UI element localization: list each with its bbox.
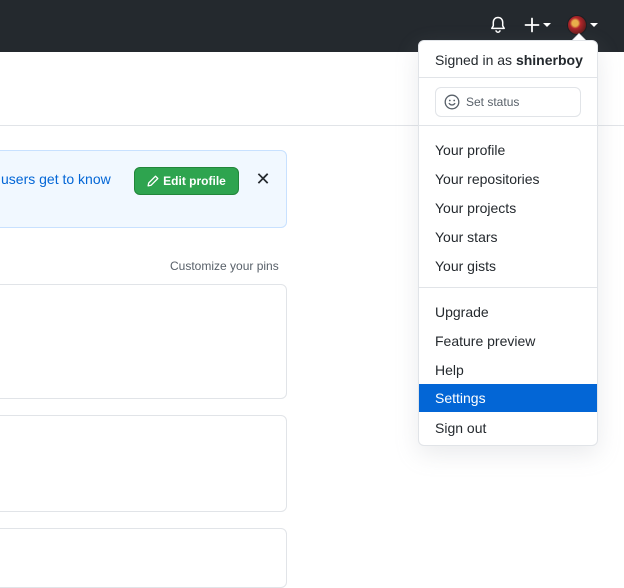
close-icon[interactable]: ✕	[255, 169, 271, 189]
smiley-icon	[444, 94, 460, 110]
customize-pins-link[interactable]: Customize your pins	[170, 259, 279, 273]
bell-icon[interactable]	[488, 14, 508, 36]
menu-item-your-gists[interactable]: Your gists	[419, 252, 597, 280]
dropdown-caret-fill	[573, 34, 585, 40]
pinned-repo-card[interactable]	[0, 415, 287, 512]
edit-profile-label: Edit profile	[163, 174, 226, 188]
menu-item-upgrade[interactable]: Upgrade	[419, 298, 597, 326]
menu-item-your-profile[interactable]: Your profile	[419, 136, 597, 164]
menu-item-your-repositories[interactable]: Your repositories	[419, 165, 597, 193]
menu-item-your-stars[interactable]: Your stars	[419, 223, 597, 251]
menu-item-help[interactable]: Help	[419, 356, 597, 384]
pinned-repo-card[interactable]	[0, 528, 287, 588]
avatar	[566, 15, 587, 35]
menu-item-feature-preview[interactable]: Feature preview	[419, 327, 597, 355]
pinned-repo-card[interactable]	[0, 284, 287, 399]
set-status-button[interactable]: Set status	[435, 87, 581, 117]
username: shinerboy	[515, 52, 583, 68]
menu-item-sign-out[interactable]: Sign out	[419, 414, 597, 442]
divider	[419, 287, 597, 288]
menu-item-settings[interactable]: Settings	[419, 384, 597, 412]
chevron-down-icon	[589, 23, 598, 27]
pencil-icon	[147, 175, 159, 187]
plus-icon	[524, 17, 539, 33]
chevron-down-icon	[542, 23, 551, 27]
divider	[419, 77, 597, 78]
signed-in-prefix: Signed in as	[435, 52, 513, 68]
set-status-label: Set status	[466, 95, 520, 109]
divider	[419, 125, 597, 126]
banner-text: users get to know	[1, 171, 111, 187]
create-new-button[interactable]	[522, 14, 552, 36]
user-dropdown-menu: Signed in as shinerboy Set status Your p…	[418, 40, 598, 446]
edit-profile-button[interactable]: Edit profile	[134, 167, 239, 195]
signed-in-header: Signed in as shinerboy	[435, 52, 583, 68]
menu-item-your-projects[interactable]: Your projects	[419, 194, 597, 222]
profile-banner: users get to know Edit profile ✕	[0, 150, 287, 228]
